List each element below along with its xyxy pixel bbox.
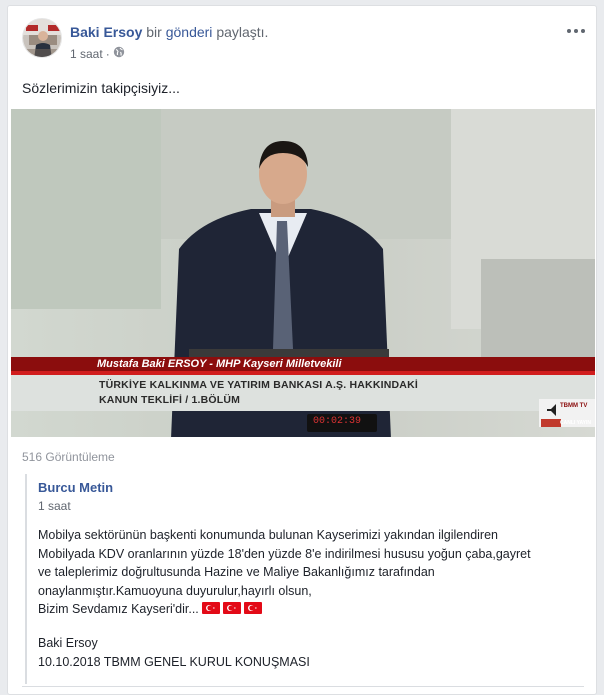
lower-third-line2: KANUN TEKLİFİ / 1.BÖLÜM [99,394,241,406]
action-prefix: bir [146,24,162,40]
globe-icon[interactable] [113,46,125,61]
post-header: Baki Ersoy bir gönderi paylaştı. 1 saat … [8,6,596,66]
shared-text-line: Mobilya sektörünün başkenti konumunda bu… [38,528,498,542]
lower-third-name: Mustafa Baki ERSOY - MHP Kayseri Milletv… [97,358,342,370]
video-timer: 00:02:39 [313,416,362,427]
channel-sub: CANLI YAYIN [560,420,591,426]
shared-text-line: onaylanmıştır.Kamuoyuna duyurulur,hayırl… [38,583,312,598]
lower-third-line1: TÜRKİYE KALKINMA VE YATIRIM BANKASI A.Ş.… [99,379,418,391]
shared-post-time[interactable]: 1 saat [38,499,71,513]
author-link[interactable]: Baki Ersoy [70,24,142,40]
shared-post-text: Mobilya sektörünün başkenti konumunda bu… [38,526,578,619]
turkish-flag-icon [201,601,220,614]
shared-post: Burcu Metin 1 saat Mobilya sektörünün ba… [25,474,585,684]
post-title-line: Baki Ersoy bir gönderi paylaştı. [70,24,268,40]
post-time[interactable]: 1 saat [70,47,103,61]
meta-separator: · [105,46,110,61]
post-card: Baki Ersoy bir gönderi paylaştı. 1 saat … [7,5,597,695]
signature-name: Baki Ersoy [38,636,98,650]
post-meta: 1 saat · [70,46,125,61]
avatar[interactable] [22,18,62,58]
shared-author-link[interactable]: Burcu Metin [38,480,113,495]
action-suffix: paylaştı. [216,24,269,40]
shared-text-line-last: Bizim Sevdamız Kayseri'dir... [38,600,578,619]
video-player[interactable]: Mustafa Baki ERSOY - MHP Kayseri Milletv… [11,109,595,437]
post-text: Sözlerimizin takipçisiyiz... [22,80,180,96]
view-count[interactable]: 516 Görüntüleme [22,450,115,464]
shared-text-line: ve taleplerimiz doğrultusunda Hazine ve … [38,565,435,579]
turkish-flag-icon [222,601,241,614]
turkish-flag-icon [243,601,262,614]
more-options-icon[interactable] [564,24,588,38]
shared-signature: Baki Ersoy 10.10.2018 TBMM GENEL KURUL K… [38,634,310,671]
channel-logo: TBMM TV [560,403,588,409]
shared-text-line: Mobilyada KDV oranlarının yüzde 18'den y… [38,546,531,561]
shared-text-line: Bizim Sevdamız Kayseri'dir... [38,602,199,616]
signature-line: 10.10.2018 TBMM GENEL KURUL KONUŞMASI [38,654,310,669]
divider [22,686,584,687]
post-link[interactable]: gönderi [166,24,213,40]
